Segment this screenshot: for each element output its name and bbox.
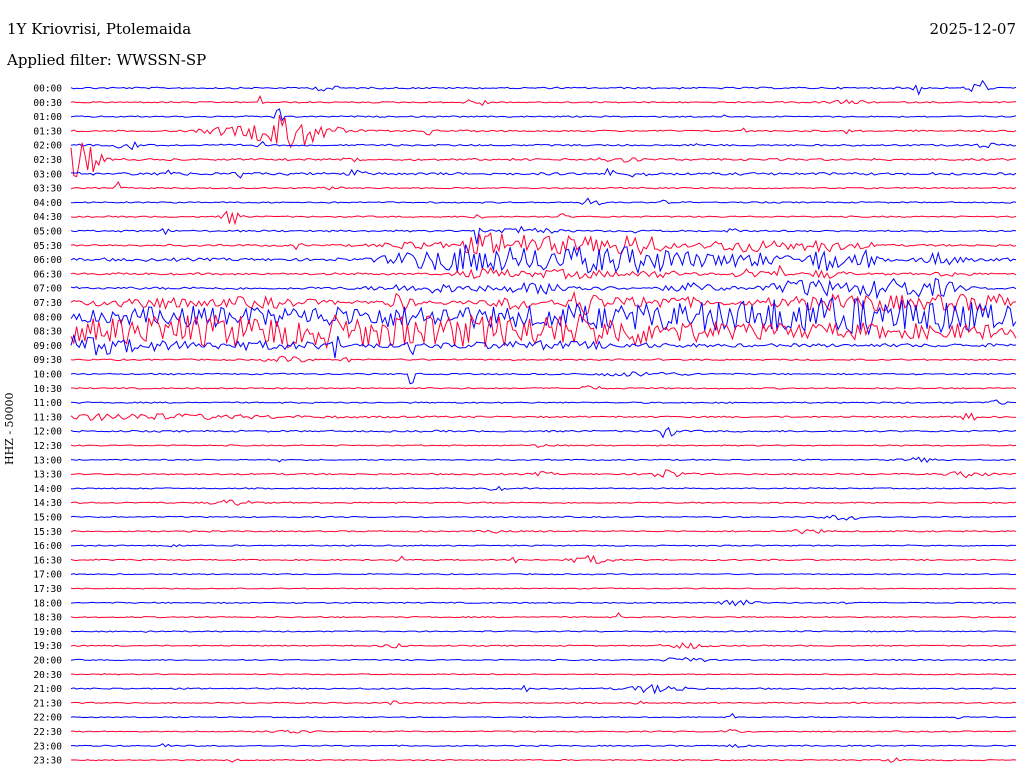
tick-label-2130: 21:30: [33, 698, 62, 709]
tick-label-0630: 06:30: [33, 269, 62, 280]
trace-0300: [70, 167, 1017, 179]
trace-2000: [70, 657, 1017, 663]
tick-label-1630: 16:30: [33, 555, 62, 566]
trace-1230: [70, 444, 1017, 448]
tick-label-2100: 21:00: [33, 684, 62, 695]
tick-label-0500: 05:00: [33, 227, 62, 238]
trace-1430: [70, 499, 1017, 506]
tick-label-1230: 12:30: [33, 441, 62, 452]
trace-0130: [70, 114, 1017, 149]
trace-0000: [70, 79, 1017, 96]
trace-1700: [70, 573, 1017, 576]
tick-label-1730: 17:30: [33, 584, 62, 595]
trace-0500: [70, 225, 1017, 245]
trace-1800: [70, 599, 1017, 607]
time-tick-labels: 00:00 00:30 01:00 01:30 02:00 02:30 03:00 03:30…: [33, 84, 62, 767]
tick-label-0200: 02:00: [33, 141, 62, 152]
tick-label-1500: 15:00: [33, 513, 62, 524]
tick-label-0530: 05:30: [33, 241, 62, 252]
tick-label-0900: 09:00: [33, 341, 62, 352]
tick-label-1330: 13:30: [33, 470, 62, 481]
trace-1600: [70, 544, 1016, 548]
trace-2200: [70, 712, 1017, 720]
trace-0930: [70, 355, 1017, 363]
trace-0400: [70, 197, 1017, 206]
tick-label-2300: 23:00: [33, 741, 62, 752]
trace-2100: [70, 683, 1017, 695]
tick-label-0800: 08:00: [33, 312, 62, 323]
trace-1400: [70, 485, 1017, 492]
seismic-traces: [70, 79, 1017, 763]
trace-2030: [71, 673, 1017, 676]
trace-0100: [70, 108, 1017, 122]
tick-label-2000: 20:00: [33, 656, 62, 667]
trace-1100: [70, 399, 1017, 405]
trace-0530: [70, 231, 1017, 256]
tick-label-1000: 10:00: [33, 370, 62, 381]
tick-label-0730: 07:30: [33, 298, 62, 309]
trace-0430: [70, 210, 1017, 226]
tick-label-2330: 23:30: [33, 756, 62, 767]
trace-2230: [70, 728, 1017, 734]
tick-label-1030: 10:30: [33, 384, 62, 395]
trace-1930: [70, 642, 1017, 650]
tick-label-0030: 00:30: [33, 98, 62, 109]
tick-label-1530: 15:30: [33, 527, 62, 538]
trace-0600: [70, 244, 1017, 275]
tick-label-1600: 16:00: [33, 541, 62, 552]
trace-2330: [70, 757, 1017, 763]
tick-label-0600: 06:00: [33, 255, 62, 266]
tick-label-2030: 20:30: [33, 670, 62, 681]
tick-label-0130: 01:30: [33, 126, 62, 137]
trace-0200: [70, 140, 1017, 151]
tick-label-0930: 09:30: [33, 355, 62, 366]
tick-label-1130: 11:30: [33, 412, 62, 423]
trace-1130: [70, 412, 1017, 422]
tick-label-1300: 13:00: [33, 455, 62, 466]
tick-label-0300: 03:00: [33, 169, 62, 180]
trace-1730: [70, 587, 1017, 590]
tick-label-2230: 22:30: [33, 727, 62, 738]
tick-label-1800: 18:00: [33, 598, 62, 609]
tick-label-1900: 19:00: [33, 627, 62, 638]
tick-label-1430: 14:30: [33, 498, 62, 509]
tick-label-0230: 02:30: [33, 155, 62, 166]
tick-label-0000: 00:00: [33, 84, 62, 95]
tick-label-1400: 14:00: [33, 484, 62, 495]
tick-label-0330: 03:30: [33, 184, 62, 195]
tick-label-0100: 01:00: [33, 112, 62, 123]
tick-label-0430: 04:30: [33, 212, 62, 223]
trace-1530: [70, 528, 1017, 535]
tick-label-0830: 08:30: [33, 327, 62, 338]
tick-label-1930: 19:30: [33, 641, 62, 652]
trace-1200: [70, 426, 1017, 439]
trace-2300: [70, 743, 1017, 748]
trace-1030: [70, 385, 1017, 390]
tick-label-1830: 18:30: [33, 613, 62, 624]
trace-0330: [70, 181, 1017, 191]
trace-0830: [70, 313, 1017, 350]
trace-1500: [70, 514, 1017, 521]
tick-label-1200: 12:00: [33, 427, 62, 438]
trace-1900: [70, 630, 1017, 633]
trace-1000: [70, 371, 1017, 385]
trace-1330: [70, 469, 1017, 479]
tick-label-2200: 22:00: [33, 713, 62, 724]
trace-0700: [70, 277, 1017, 300]
trace-0900: [70, 333, 1017, 359]
trace-1300: [70, 456, 1017, 464]
tick-label-0700: 07:00: [33, 284, 62, 295]
trace-0230: [70, 142, 1017, 178]
helicorder-plot: 00:00 00:30 01:00 01:30 02:00 02:30 03:00 03:30…: [33, 79, 1017, 767]
trace-2130: [70, 700, 1017, 706]
tick-label-1700: 17:00: [33, 570, 62, 581]
tick-label-0400: 04:00: [33, 198, 62, 209]
trace-0030: [70, 95, 1017, 107]
trace-1630: [70, 554, 1017, 564]
trace-1830: [70, 612, 1017, 619]
tick-label-1100: 11:00: [33, 398, 62, 409]
trace-0630: [70, 264, 1017, 280]
